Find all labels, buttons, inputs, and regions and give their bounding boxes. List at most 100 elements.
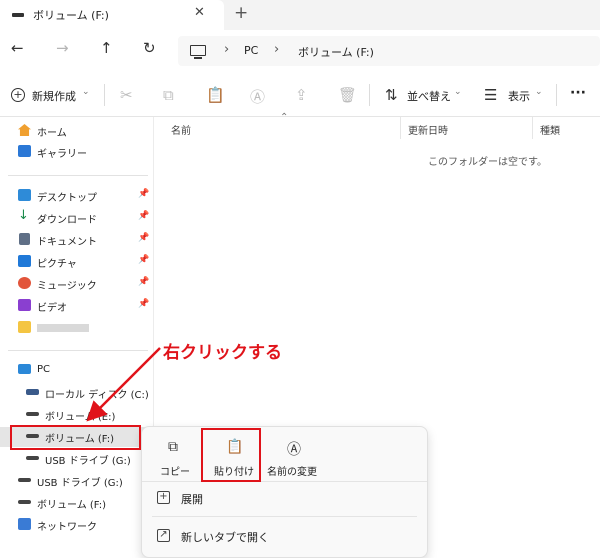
menu-item-expand[interactable]: + 展開 — [142, 486, 427, 510]
sidebar-item-music[interactable]: ミュージック 📌 — [0, 274, 152, 294]
toolbar-divider — [104, 84, 105, 106]
drive-icon — [18, 500, 31, 504]
navigation-bar: ← → ↑ ↻ › PC › ボリューム (F:) — [0, 30, 600, 75]
pc-icon — [18, 364, 31, 374]
sort-button[interactable]: 並べ替え — [407, 88, 451, 104]
tab-close-button[interactable]: ✕ — [194, 5, 205, 20]
column-header-date[interactable]: 更新日時 — [408, 122, 448, 137]
usb-drive-icon — [26, 456, 39, 460]
sidebar-item-volume-e[interactable]: ボリューム (E:) — [0, 405, 152, 425]
music-icon — [18, 277, 31, 289]
breadcrumb-volume-f[interactable]: ボリューム (F:) — [298, 44, 374, 60]
sidebar-item-label: ネットワーク — [37, 522, 97, 533]
new-button[interactable]: 新規作成 — [32, 88, 76, 104]
copy-icon[interactable]: ⧉ — [163, 86, 174, 104]
sidebar-item-label: ギャラリー — [37, 149, 87, 160]
sidebar-item-desktop[interactable]: デスクトップ 📌 — [0, 186, 152, 206]
forward-button[interactable]: → — [56, 39, 69, 57]
sidebar-item-folder[interactable] — [0, 318, 152, 338]
up-button[interactable]: ↑ — [100, 39, 113, 57]
menu-divider — [142, 481, 427, 482]
sidebar-item-label: USB ドライブ (G:) — [37, 478, 123, 489]
highlight-box-paste — [201, 428, 261, 482]
sidebar-item-pc[interactable]: PC — [0, 361, 152, 381]
plus-circle-icon: + — [11, 88, 25, 102]
sidebar-item-local-disk[interactable]: ローカル ディスク (C:) — [0, 383, 152, 403]
video-icon — [18, 299, 31, 311]
download-arrow-icon: ↓ — [18, 208, 29, 223]
pin-icon[interactable]: 📌 — [138, 299, 149, 309]
sort-up-icon: ⌃ — [280, 112, 289, 123]
menu-item-open-new-tab[interactable]: ↗ 新しいタブで開く — [142, 524, 427, 548]
sidebar-item-network[interactable]: ネットワーク — [0, 515, 152, 535]
more-options-button[interactable]: ··· — [570, 85, 586, 101]
sidebar-item-downloads[interactable]: ↓ ダウンロード 📌 — [0, 208, 152, 228]
home-icon — [18, 124, 31, 136]
delete-icon[interactable]: 🗑 — [338, 86, 357, 104]
open-new-tab-icon: ↗ — [157, 529, 170, 542]
breadcrumb-pc[interactable]: PC — [244, 44, 258, 57]
network-icon — [18, 518, 31, 530]
sidebar-divider — [8, 350, 148, 351]
sidebar-item-usb-g-root[interactable]: USB ドライブ (G:) — [0, 471, 152, 491]
tab-volume-f[interactable]: ボリューム (F:) ✕ — [0, 0, 224, 30]
pin-icon[interactable]: 📌 — [138, 277, 149, 287]
sidebar-item-label: デスクトップ — [37, 193, 97, 204]
navigation-pane: ホーム ギャラリー デスクトップ 📌 ↓ ダウンロード 📌 ドキュメント 📌 ピ… — [0, 117, 154, 545]
drive-icon — [12, 13, 24, 17]
sidebar-item-gallery[interactable]: ギャラリー — [0, 142, 152, 162]
pin-icon[interactable]: 📌 — [138, 255, 149, 265]
sidebar-item-label: PC — [37, 364, 51, 375]
view-icon: ☰ — [484, 86, 498, 104]
pc-icon — [190, 45, 206, 56]
sidebar-item-label: ドキュメント — [37, 237, 97, 248]
sidebar-item-usb-g[interactable]: USB ドライブ (G:) — [0, 449, 152, 469]
toolbar-divider — [556, 84, 557, 106]
back-button[interactable]: ← — [11, 39, 24, 57]
address-bar[interactable]: › PC › ボリューム (F:) — [178, 36, 600, 66]
pictures-icon — [18, 255, 31, 267]
menu-copy-button[interactable]: ⧉ コピー — [157, 433, 193, 483]
pc-icon-stand — [194, 57, 202, 59]
sidebar-item-label: ビデオ — [37, 303, 67, 314]
paste-icon[interactable]: 📋 — [206, 86, 225, 104]
pin-icon[interactable]: 📌 — [138, 189, 149, 199]
rename-icon: Ⓐ — [287, 442, 301, 458]
cut-icon[interactable]: ✂ — [120, 86, 133, 104]
new-tab-button[interactable]: + — [234, 3, 248, 23]
pin-icon[interactable]: 📌 — [138, 233, 149, 243]
sidebar-item-pictures[interactable]: ピクチャ 📌 — [0, 252, 152, 272]
sidebar-item-videos[interactable]: ビデオ 📌 — [0, 296, 152, 316]
sidebar-item-label: ローカル ディスク (C:) — [45, 390, 149, 401]
column-header-name[interactable]: 名前 — [171, 122, 191, 137]
sidebar-item-home[interactable]: ホーム — [0, 121, 152, 141]
breadcrumb-separator: › — [274, 42, 280, 57]
view-button[interactable]: 表示 — [508, 88, 530, 104]
sidebar-item-volume-f-root[interactable]: ボリューム (F:) — [0, 493, 152, 513]
sidebar-item-label: ボリューム (E:) — [45, 412, 116, 423]
column-divider[interactable] — [532, 117, 533, 139]
share-icon[interactable]: ⇪ — [295, 86, 308, 104]
column-header-type[interactable]: 種類 — [540, 122, 560, 137]
menu-divider — [152, 516, 417, 517]
chevron-down-icon: ⌄ — [82, 87, 90, 97]
menu-rename-button[interactable]: Ⓐ 名前の変更 — [265, 433, 323, 483]
sidebar-item-documents[interactable]: ドキュメント 📌 — [0, 230, 152, 250]
drive-icon — [26, 412, 39, 416]
sidebar-item-label: ミュージック — [37, 281, 97, 292]
gallery-icon — [18, 145, 31, 157]
document-icon — [19, 233, 30, 245]
rename-icon[interactable]: Ⓐ — [250, 86, 265, 107]
sidebar-item-label: ダウンロード — [37, 215, 97, 226]
sidebar-item-label: ボリューム (F:) — [37, 500, 107, 511]
toolbar-divider — [369, 84, 370, 106]
context-menu: ⧉ コピー 📋 貼り付け Ⓐ 名前の変更 + 展開 ↗ 新しいタブで開く — [141, 426, 428, 558]
chevron-down-icon: ⌄ — [454, 87, 462, 97]
expand-icon: + — [157, 491, 170, 504]
pin-icon[interactable]: 📌 — [138, 211, 149, 221]
folder-icon — [18, 321, 31, 333]
menu-rename-label: 名前の変更 — [267, 467, 317, 478]
refresh-button[interactable]: ↻ — [143, 39, 156, 57]
tab-bar: ボリューム (F:) ✕ + — [0, 0, 600, 30]
column-divider[interactable] — [400, 117, 401, 139]
